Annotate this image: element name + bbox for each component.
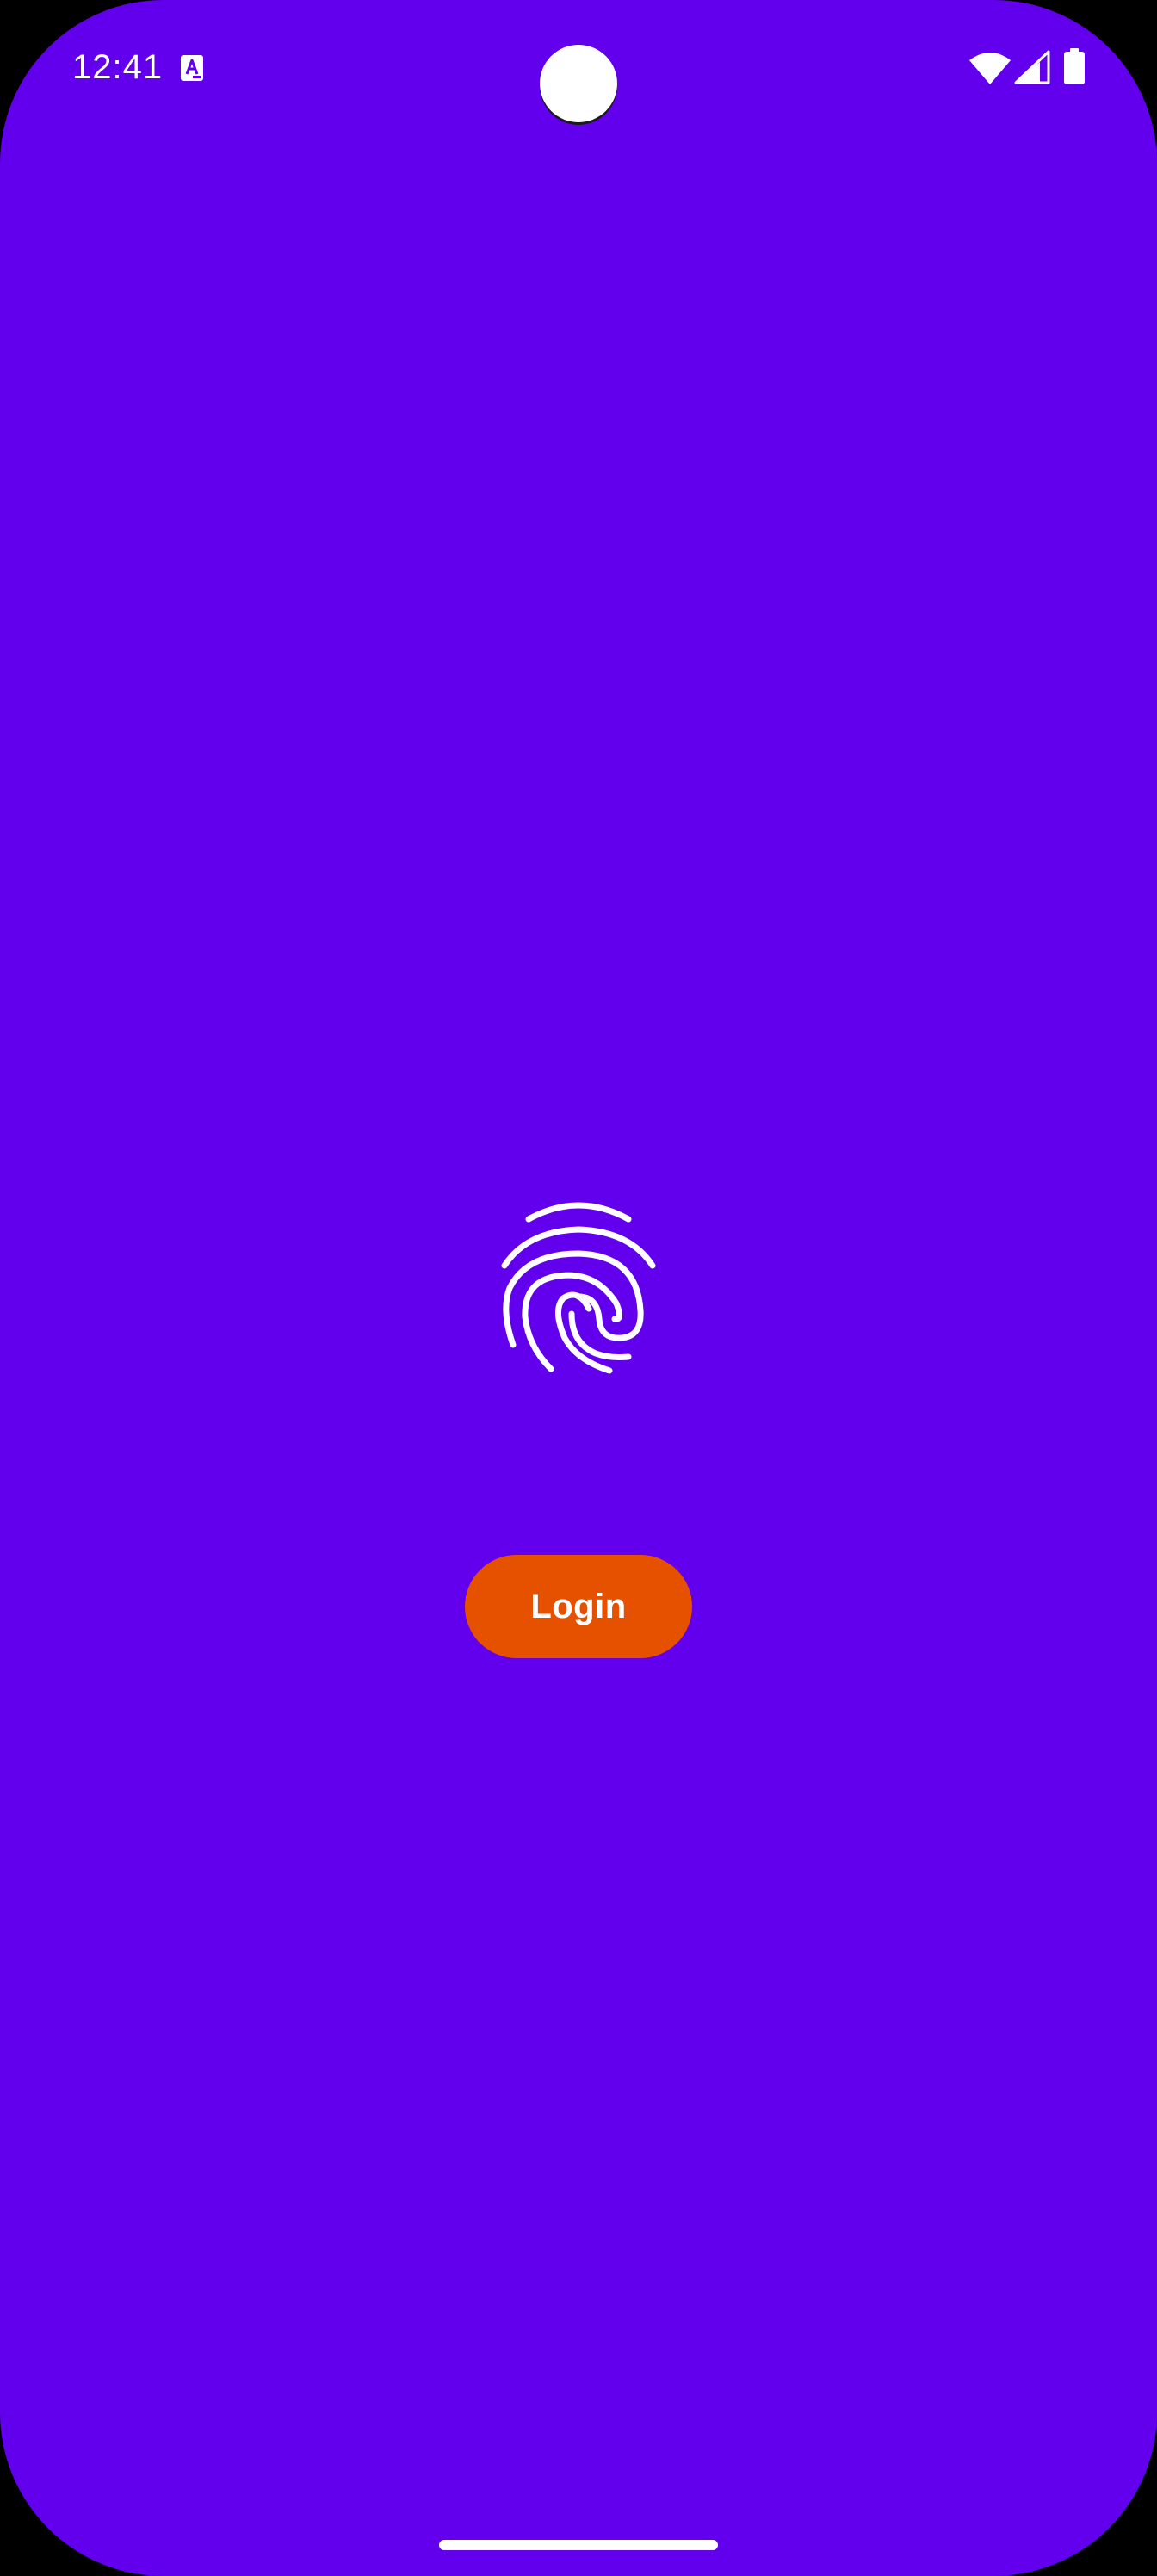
status-bar: 12:41 bbox=[0, 0, 1157, 138]
gesture-navigation-bar[interactable] bbox=[439, 2540, 718, 2550]
text-a-icon bbox=[181, 55, 203, 81]
fingerprint-icon[interactable] bbox=[492, 1198, 665, 1386]
battery-icon bbox=[1064, 48, 1085, 84]
camera-cutout bbox=[540, 45, 617, 122]
signal-icon bbox=[1014, 50, 1050, 84]
status-time: 12:41 bbox=[72, 48, 164, 86]
app-screen: 12:41 Login bbox=[0, 0, 1157, 2576]
login-button[interactable]: Login bbox=[465, 1555, 692, 1658]
wifi-icon bbox=[969, 53, 1011, 84]
